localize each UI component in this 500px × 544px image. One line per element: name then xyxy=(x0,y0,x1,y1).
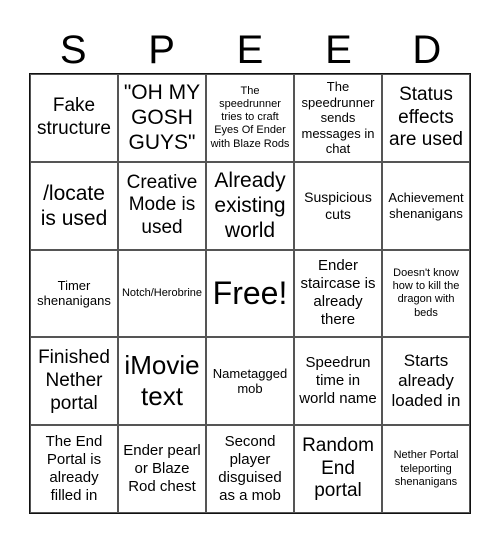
bingo-cell[interactable]: Suspicious cuts xyxy=(294,161,382,250)
bingo-cell[interactable]: Nether Portal teleporting shenanigans xyxy=(382,425,470,513)
bingo-cell[interactable]: Finished Nether portal xyxy=(30,337,118,426)
bingo-cell[interactable]: Doesn't know how to kill the dragon with… xyxy=(382,249,470,338)
bingo-cell[interactable]: The End Portal is already filled in xyxy=(30,425,118,513)
bingo-cell[interactable]: Second player disguised as a mob xyxy=(206,425,294,513)
bingo-cell[interactable]: Timer shenanigans xyxy=(30,249,118,338)
free-space-cell[interactable]: Free! xyxy=(206,249,294,338)
bingo-cell[interactable]: Fake structure xyxy=(30,74,118,162)
bingo-cell[interactable]: The speedrunner tries to craft Eyes Of E… xyxy=(206,74,294,162)
bingo-cell[interactable]: Creative Mode is used xyxy=(118,161,206,250)
bingo-cell[interactable]: iMovie text xyxy=(118,337,206,426)
bingo-cell[interactable]: Nametagged mob xyxy=(206,337,294,426)
bingo-cell[interactable]: Random End portal xyxy=(294,425,382,513)
bingo-cell[interactable]: Status effects are used xyxy=(382,74,470,162)
header-letter: S xyxy=(59,28,87,72)
bingo-cell[interactable]: "OH MY GOSH GUYS" xyxy=(118,74,206,162)
bingo-cell[interactable]: The speedrunner sends messages in chat xyxy=(294,74,382,162)
bingo-board: Fake structure "OH MY GOSH GUYS" The spe… xyxy=(29,73,471,514)
bingo-cell[interactable]: Starts already loaded in xyxy=(382,337,470,426)
bingo-cell[interactable]: Ender pearl or Blaze Rod chest xyxy=(118,425,206,513)
bingo-cell[interactable]: Ender staircase is already there xyxy=(294,249,382,338)
bingo-cell[interactable]: Notch/Herobrine xyxy=(118,249,206,338)
bingo-cell[interactable]: Speedrun time in world name xyxy=(294,337,382,426)
header-letter: P xyxy=(148,28,175,72)
header-letter: E xyxy=(236,28,264,72)
bingo-header: S P E E D xyxy=(29,20,471,72)
bingo-cell[interactable]: Already existing world xyxy=(206,161,294,250)
header-letter: D xyxy=(412,28,442,72)
header-letter: E xyxy=(325,28,352,72)
bingo-cell[interactable]: Achievement shenanigans xyxy=(382,161,470,250)
bingo-cell[interactable]: /locate is used xyxy=(30,161,118,250)
